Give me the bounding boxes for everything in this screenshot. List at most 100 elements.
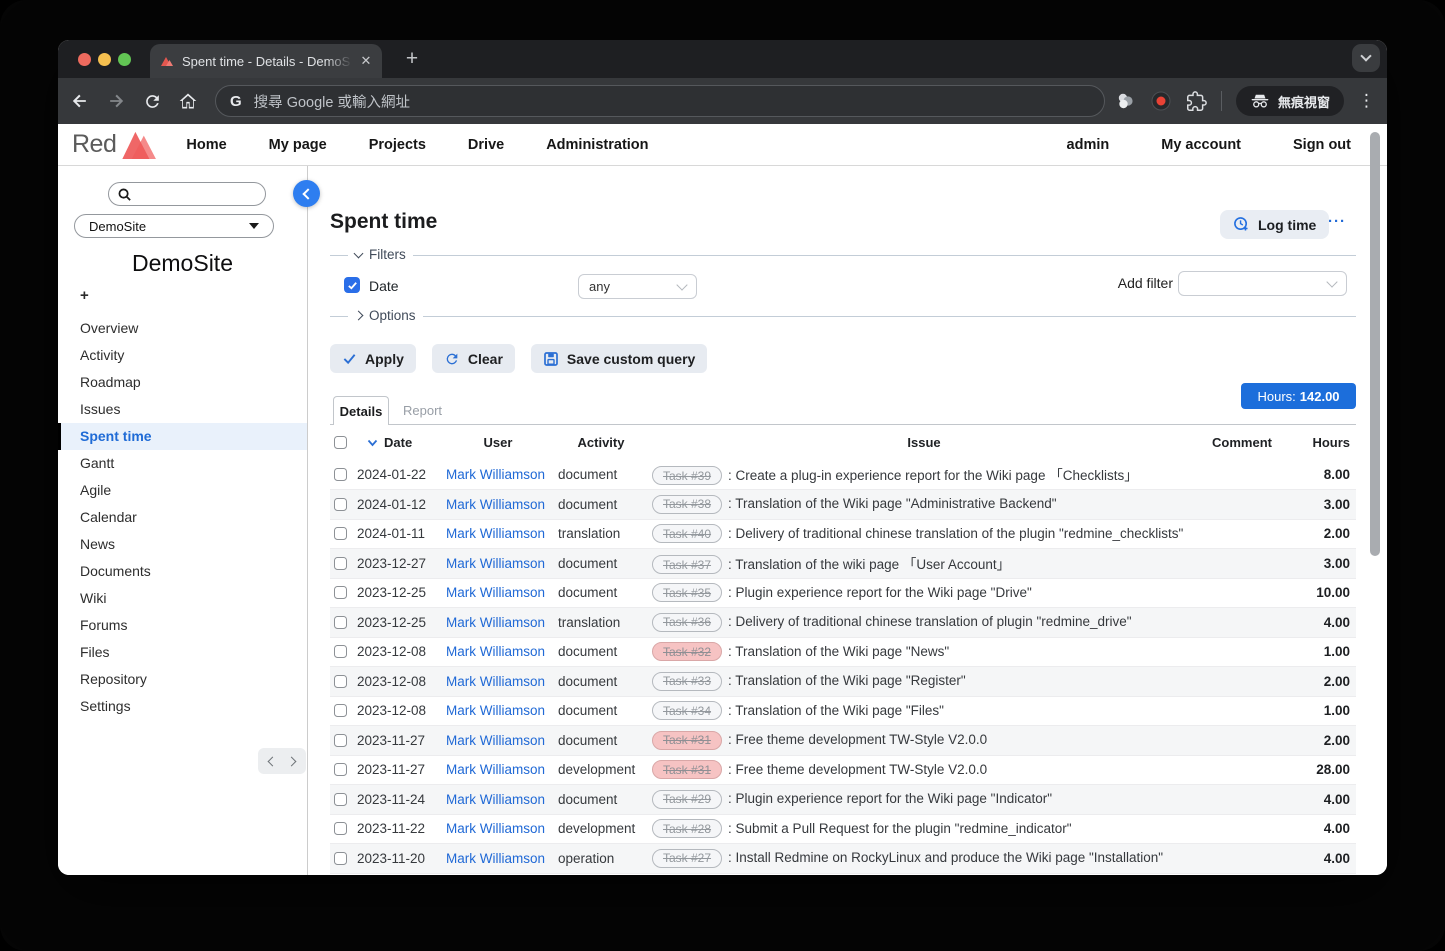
task-badge[interactable]: Task #39 bbox=[652, 466, 722, 485]
project-jump-select[interactable]: DemoSite bbox=[74, 214, 274, 238]
chevron-left-icon[interactable] bbox=[268, 756, 278, 766]
row-checkbox[interactable] bbox=[334, 557, 347, 570]
sidebar-item-news[interactable]: News bbox=[58, 531, 307, 558]
sort-desc-icon[interactable] bbox=[367, 439, 378, 447]
forward-button[interactable] bbox=[104, 89, 128, 113]
task-badge[interactable]: Task #35 bbox=[652, 583, 722, 602]
sidebar-item-roadmap[interactable]: Roadmap bbox=[58, 369, 307, 396]
nav-home[interactable]: Home bbox=[186, 137, 226, 153]
browser-tab[interactable]: Spent time - Details - DemoS ✕ bbox=[150, 44, 382, 78]
apply-button[interactable]: Apply bbox=[330, 344, 416, 373]
task-badge[interactable]: Task #33 bbox=[652, 672, 722, 691]
header-comment[interactable]: Comment bbox=[1200, 425, 1284, 460]
header-issue[interactable]: Issue bbox=[648, 425, 1200, 460]
date-filter-checkbox[interactable] bbox=[344, 277, 360, 293]
user-link[interactable]: Mark Williamson bbox=[446, 615, 545, 630]
extensions-puzzle-icon[interactable] bbox=[1186, 91, 1207, 112]
row-checkbox[interactable] bbox=[334, 527, 347, 540]
nav-administration[interactable]: Administration bbox=[546, 137, 648, 153]
task-badge[interactable]: Task #31 bbox=[652, 731, 722, 750]
reload-button[interactable] bbox=[140, 89, 164, 113]
back-button[interactable] bbox=[68, 89, 92, 113]
row-checkbox[interactable] bbox=[334, 616, 347, 629]
account-nav-sign-out[interactable]: Sign out bbox=[1293, 137, 1351, 153]
page-scrollbar-thumb[interactable] bbox=[1370, 132, 1380, 556]
fullscreen-window-button[interactable] bbox=[118, 53, 131, 66]
extension-blob-icon[interactable] bbox=[1114, 90, 1136, 112]
tab-report[interactable]: Report bbox=[403, 403, 442, 418]
sidebar-item-activity[interactable]: Activity bbox=[58, 342, 307, 369]
task-badge[interactable]: Task #38 bbox=[652, 495, 722, 514]
sidebar-item-agile[interactable]: Agile bbox=[58, 477, 307, 504]
account-nav-my-account[interactable]: My account bbox=[1161, 137, 1241, 153]
row-checkbox[interactable] bbox=[334, 763, 347, 776]
browser-menu-button[interactable]: ⋮ bbox=[1358, 91, 1375, 111]
row-checkbox[interactable] bbox=[334, 645, 347, 658]
task-badge[interactable]: Task #31 bbox=[652, 760, 722, 779]
close-window-button[interactable] bbox=[78, 53, 91, 66]
row-checkbox[interactable] bbox=[334, 734, 347, 747]
tab-close-icon[interactable]: ✕ bbox=[358, 53, 374, 69]
sidebar-item-settings[interactable]: Settings bbox=[58, 693, 307, 720]
task-badge[interactable]: Task #32 bbox=[652, 642, 722, 661]
nav-my-page[interactable]: My page bbox=[269, 137, 327, 153]
chevron-right-icon[interactable] bbox=[286, 756, 296, 766]
add-filter-select[interactable] bbox=[1178, 271, 1347, 296]
user-link[interactable]: Mark Williamson bbox=[446, 792, 545, 807]
user-link[interactable]: Mark Williamson bbox=[446, 851, 545, 866]
app-logo[interactable]: Red bbox=[72, 130, 164, 159]
sidebar-item-spent-time[interactable]: Spent time bbox=[58, 423, 307, 450]
date-operator-select[interactable]: any bbox=[578, 274, 697, 299]
row-checkbox[interactable] bbox=[334, 793, 347, 806]
row-checkbox[interactable] bbox=[334, 704, 347, 717]
sidebar-item-issues[interactable]: Issues bbox=[58, 396, 307, 423]
user-link[interactable]: Mark Williamson bbox=[446, 497, 545, 512]
sidebar-item-wiki[interactable]: Wiki bbox=[58, 585, 307, 612]
log-time-button[interactable]: Log time bbox=[1220, 210, 1329, 239]
account-nav-admin[interactable]: admin bbox=[1067, 137, 1110, 153]
task-badge[interactable]: Task #29 bbox=[652, 790, 722, 809]
task-badge[interactable]: Task #27 bbox=[652, 849, 722, 868]
row-checkbox[interactable] bbox=[334, 498, 347, 511]
sidebar-item-gantt[interactable]: Gantt bbox=[58, 450, 307, 477]
sidebar-collapse-button[interactable] bbox=[293, 180, 320, 207]
record-indicator-icon[interactable] bbox=[1150, 90, 1172, 112]
user-link[interactable]: Mark Williamson bbox=[446, 703, 545, 718]
task-badge[interactable]: Task #40 bbox=[652, 524, 722, 543]
row-checkbox[interactable] bbox=[334, 675, 347, 688]
tab-search-button[interactable] bbox=[1352, 44, 1380, 72]
user-link[interactable]: Mark Williamson bbox=[446, 526, 545, 541]
row-checkbox[interactable] bbox=[334, 586, 347, 599]
user-link[interactable]: Mark Williamson bbox=[446, 674, 545, 689]
search-input[interactable] bbox=[108, 182, 266, 206]
header-date[interactable]: Date bbox=[384, 435, 412, 450]
user-link[interactable]: Mark Williamson bbox=[446, 585, 545, 600]
options-toggle[interactable]: Options bbox=[348, 308, 423, 323]
new-tab-button[interactable]: + bbox=[398, 45, 426, 73]
sidebar-resize-control[interactable] bbox=[258, 748, 306, 774]
user-link[interactable]: Mark Williamson bbox=[446, 556, 545, 571]
url-bar[interactable]: G 搜尋 Google 或輸入網址 bbox=[215, 85, 1105, 117]
user-link[interactable]: Mark Williamson bbox=[446, 467, 545, 482]
header-user[interactable]: User bbox=[442, 425, 554, 460]
sidebar-item-calendar[interactable]: Calendar bbox=[58, 504, 307, 531]
row-checkbox[interactable] bbox=[334, 468, 347, 481]
user-link[interactable]: Mark Williamson bbox=[446, 762, 545, 777]
header-hours[interactable]: Hours bbox=[1284, 425, 1356, 460]
sidebar-item-documents[interactable]: Documents bbox=[58, 558, 307, 585]
sidebar-item-files[interactable]: Files bbox=[58, 639, 307, 666]
user-link[interactable]: Mark Williamson bbox=[446, 644, 545, 659]
row-checkbox[interactable] bbox=[334, 852, 347, 865]
header-activity[interactable]: Activity bbox=[554, 425, 648, 460]
save-custom-query-button[interactable]: Save custom query bbox=[531, 344, 707, 373]
row-checkbox[interactable] bbox=[334, 822, 347, 835]
add-subproject-link[interactable]: + bbox=[80, 287, 89, 304]
nav-drive[interactable]: Drive bbox=[468, 137, 504, 153]
clear-button[interactable]: Clear bbox=[432, 344, 515, 373]
sidebar-item-overview[interactable]: Overview bbox=[58, 315, 307, 342]
task-badge[interactable]: Task #36 bbox=[652, 613, 722, 632]
home-button[interactable] bbox=[176, 89, 200, 113]
nav-projects[interactable]: Projects bbox=[369, 137, 426, 153]
user-link[interactable]: Mark Williamson bbox=[446, 733, 545, 748]
minimize-window-button[interactable] bbox=[98, 53, 111, 66]
